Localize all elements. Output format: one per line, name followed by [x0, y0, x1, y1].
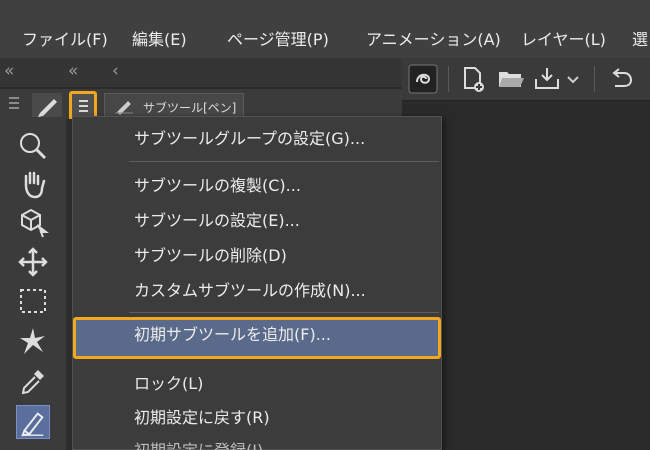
- menu-item-create-custom-subtool[interactable]: カスタムサブツールの作成(N)...: [73, 273, 441, 309]
- menu-item-lock[interactable]: ロック(L): [73, 366, 441, 402]
- menu-item-add-initial-subtool[interactable]: 初期サブツールを追加(F)...: [73, 317, 441, 359]
- menu-bar: ファイル(F) 編集(E) ページ管理(P) アニメーション(A) レイヤー(L…: [0, 0, 650, 58]
- save-icon[interactable]: [532, 64, 562, 94]
- chevron-left-icon[interactable]: ‹: [112, 61, 119, 81]
- menu-layer[interactable]: レイヤー(L): [521, 26, 606, 50]
- clip-logo-icon[interactable]: [408, 64, 438, 94]
- double-chevron-left-icon[interactable]: «: [68, 61, 78, 81]
- toolbar-separator: [594, 66, 595, 92]
- subtool-tab[interactable]: サブツール[ペン]: [104, 93, 244, 117]
- menu-item-delete-subtool[interactable]: サブツールの削除(D): [73, 238, 441, 274]
- zoom-icon[interactable]: [16, 129, 50, 163]
- open-folder-icon[interactable]: [496, 64, 526, 94]
- menu-divider: [129, 161, 439, 162]
- menu-divider: [129, 312, 439, 313]
- menu-item-reset-to-default[interactable]: 初期設定に戻す(R): [73, 400, 441, 436]
- menu-select[interactable]: 選: [632, 26, 648, 50]
- toolbar-separator: [448, 66, 449, 92]
- palette-menu-icon[interactable]: [9, 97, 19, 109]
- eyedropper-icon[interactable]: [16, 364, 50, 398]
- pen-icon: [38, 99, 57, 117]
- move-icon[interactable]: [16, 245, 50, 279]
- palette-collapse-strip: « « ‹: [0, 58, 402, 88]
- menu-item-register-as-default[interactable]: 初期設定に登録(I): [73, 433, 441, 450]
- tool-palette: [0, 119, 66, 450]
- selection-icon[interactable]: [16, 284, 50, 318]
- subtool-context-menu: サブツールグループの設定(G)... サブツールの複製(C)... サブツールの…: [72, 116, 442, 450]
- menu-page-management[interactable]: ページ管理(P): [227, 26, 329, 50]
- pen-icon[interactable]: [16, 405, 50, 439]
- menu-edit[interactable]: 編集(E): [132, 26, 187, 50]
- command-bar: [402, 58, 650, 100]
- menu-file[interactable]: ファイル(F): [22, 26, 108, 50]
- menu-item-subtool-group-settings[interactable]: サブツールグループの設定(G)...: [73, 121, 441, 157]
- tool-pen-tab[interactable]: [32, 93, 62, 117]
- subtool-pen-icon: [115, 101, 133, 115]
- object-icon[interactable]: [16, 205, 50, 239]
- new-file-icon[interactable]: [458, 64, 488, 94]
- dropdown-chevron-icon[interactable]: [564, 64, 582, 94]
- undo-icon[interactable]: [606, 64, 636, 94]
- subtool-tab-label: サブツール[ペン]: [143, 101, 237, 115]
- double-chevron-left-icon[interactable]: «: [4, 61, 14, 81]
- menu-animation[interactable]: アニメーション(A): [366, 26, 501, 50]
- palette-tab-row: サブツール[ペン]: [0, 89, 402, 119]
- menu-item-duplicate-subtool[interactable]: サブツールの複製(C)...: [73, 168, 441, 204]
- menu-item-subtool-settings[interactable]: サブツールの設定(E)...: [73, 203, 441, 239]
- hand-icon[interactable]: [16, 167, 50, 201]
- auto-select-icon[interactable]: [16, 324, 50, 358]
